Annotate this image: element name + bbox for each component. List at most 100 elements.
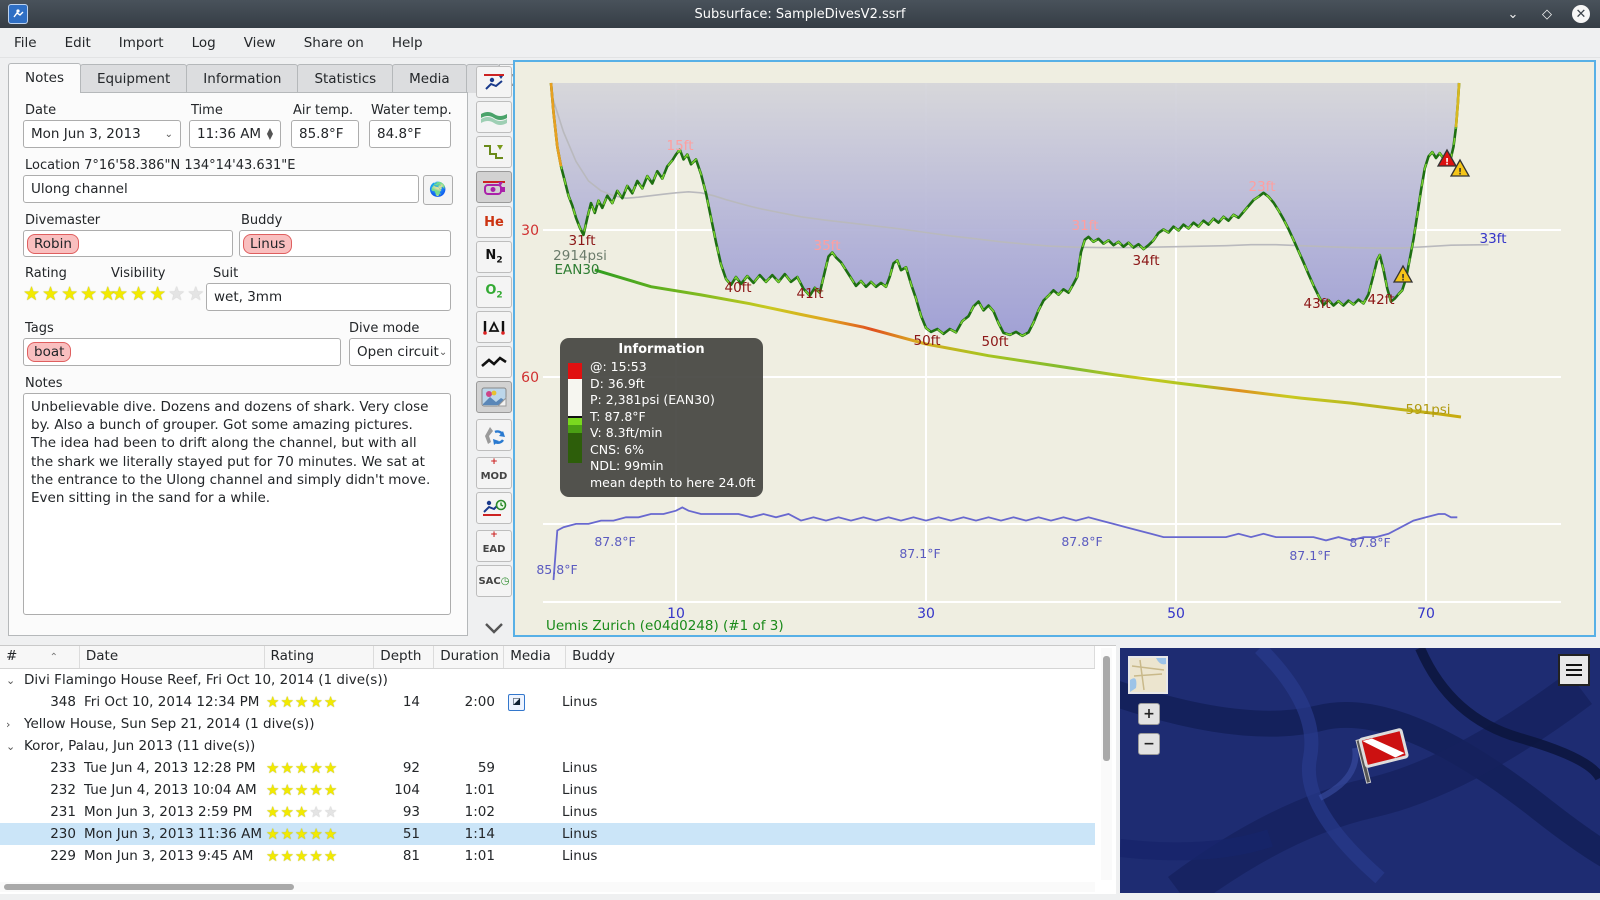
- collapse-icon[interactable]: ⌄: [6, 674, 20, 687]
- tags-input[interactable]: boat: [23, 338, 341, 366]
- map-zoom-out-button[interactable]: −: [1138, 733, 1160, 755]
- rating-stars[interactable]: ★★★★★: [23, 283, 118, 305]
- maximize-icon[interactable]: ◇: [1538, 5, 1556, 23]
- svg-text:30: 30: [917, 606, 935, 622]
- location-input[interactable]: Ulong channel: [23, 175, 419, 203]
- dive-number: 232: [50, 782, 76, 798]
- dive-profile-chart[interactable]: !!! 10 30 50 70 30 60 31ft 2914psi EAN30 15ft 40ft 4…: [513, 60, 1596, 637]
- chart-annotation: 50ft: [982, 334, 1009, 350]
- media-icon[interactable]: ◪: [508, 693, 525, 711]
- menu-item-share-on[interactable]: Share on: [290, 31, 378, 55]
- time-spinbox[interactable]: 11:36 AM ▲ ▼: [189, 120, 281, 148]
- horizontal-scrollbar[interactable]: [0, 882, 1095, 892]
- menu-item-view[interactable]: View: [230, 31, 290, 55]
- tag-chip[interactable]: boat: [27, 342, 72, 362]
- visibility-stars[interactable]: ★★★★★: [111, 283, 206, 305]
- ruler-icon[interactable]: [476, 311, 512, 343]
- notes-textarea[interactable]: Unbelievable dive. Dozens and dozens of …: [23, 393, 451, 615]
- suit-input[interactable]: wet, 3mm: [206, 283, 451, 311]
- column-header-media[interactable]: Media: [504, 646, 567, 668]
- dive-site-map[interactable]: + −: [1120, 648, 1600, 893]
- mod-icon[interactable]: + MOD: [476, 457, 512, 489]
- divemode-combobox[interactable]: Open circuit ⌄: [349, 338, 451, 366]
- dive-date: Mon Jun 3, 2013 9:45 AM: [84, 848, 254, 864]
- notes-label: Notes: [25, 376, 63, 391]
- pN2-icon[interactable]: N2: [476, 241, 512, 273]
- dive-row-230[interactable]: 230 Mon Jun 3, 2013 11:36 AM ★★★★★ 51 1:14 Li…: [0, 823, 1095, 845]
- dc-ceiling-icon[interactable]: [476, 136, 512, 168]
- tank-pressure-swatch: [568, 363, 582, 463]
- expand-icon[interactable]: ›: [6, 718, 20, 731]
- buddy-chip[interactable]: Linus: [243, 233, 293, 254]
- dive-row-232[interactable]: 232 Tue Jun 4, 2013 10:04 AM ★★★★★ 104 1:01 L…: [0, 779, 1095, 801]
- date-combobox[interactable]: Mon Jun 3, 2013 ⌄: [23, 120, 181, 148]
- trip-row[interactable]: ⌄ Divi Flamingo House Reef, Fri Oct 10, 2…: [0, 669, 1095, 691]
- tab-information[interactable]: Information: [186, 64, 299, 93]
- location-label: Location 7°16'58.386"N 134°14'43.631"E: [25, 158, 296, 173]
- gas-switch-icon[interactable]: [476, 419, 512, 451]
- dive-depth: 92: [402, 760, 420, 776]
- hscroll-thumb[interactable]: [4, 884, 294, 890]
- dive-date: Fri Oct 10, 2014 12:34 PM: [84, 694, 260, 710]
- dive-mode-icon[interactable]: [476, 66, 512, 98]
- menu-item-help[interactable]: Help: [378, 31, 437, 55]
- menu-item-file[interactable]: File: [0, 31, 51, 55]
- tab-statistics[interactable]: Statistics: [297, 64, 394, 93]
- dive-rating-stars: ★★★★★: [266, 693, 339, 711]
- column-header-depth[interactable]: Depth: [374, 646, 435, 668]
- dive-row-233[interactable]: 233 Tue Jun 4, 2013 12:28 PM ★★★★★ 92 59 Linu…: [0, 757, 1095, 779]
- svg-text:50: 50: [1167, 606, 1185, 622]
- globe-button[interactable]: 🌍: [423, 175, 453, 205]
- dive-rating-stars: ★★★★★: [266, 781, 339, 799]
- spinner-icons[interactable]: ▲ ▼: [267, 127, 273, 141]
- map-type-thumbnail[interactable]: [1128, 656, 1168, 694]
- ceiling-icon[interactable]: [476, 101, 512, 133]
- sac-icon[interactable]: SAC◷: [476, 565, 512, 597]
- menu-item-edit[interactable]: Edit: [51, 31, 105, 55]
- chart-annotation: 87.8°F: [594, 534, 635, 549]
- pO2-icon[interactable]: O2: [476, 276, 512, 308]
- dive-row-348[interactable]: 348 Fri Oct 10, 2014 12:34 PM ★★★★★ 14 2:00 ◪…: [0, 691, 1095, 713]
- toolbar-scroll-down-icon[interactable]: [476, 612, 512, 644]
- map-menu-button[interactable]: [1558, 654, 1590, 686]
- trip-row[interactable]: › Yellow House, Sun Sep 21, 2014 (1 dive(…: [0, 713, 1095, 735]
- vscroll-thumb[interactable]: [1103, 656, 1110, 761]
- column-header-date[interactable]: Date: [80, 646, 265, 668]
- dive-row-231[interactable]: 231 Mon Jun 3, 2013 2:59 PM ★★★★★ 93 1:02 Lin…: [0, 801, 1095, 823]
- buddy-input[interactable]: Linus: [239, 230, 451, 257]
- chart-annotation: 33ft: [1480, 231, 1507, 247]
- date-label: Date: [25, 103, 57, 118]
- photos-icon[interactable]: [476, 381, 512, 413]
- heartrate-icon[interactable]: [476, 346, 512, 378]
- column-header-buddy[interactable]: Buddy: [566, 646, 1095, 668]
- divemaster-chip[interactable]: Robin: [27, 233, 79, 254]
- deco-time-icon[interactable]: [476, 492, 512, 524]
- divemaster-input[interactable]: Robin: [23, 230, 233, 257]
- dive-date: Mon Jun 3, 2013 2:59 PM: [84, 804, 253, 820]
- tissues-icon[interactable]: [476, 171, 512, 203]
- map-zoom-in-button[interactable]: +: [1138, 703, 1160, 725]
- column-header-duration[interactable]: Duration: [434, 646, 505, 668]
- minimize-icon[interactable]: ⌄: [1504, 5, 1522, 23]
- dive-list-header: # ⌃ Date Rating Depth Duration Media Buddy: [0, 646, 1095, 669]
- map-terrain: [1120, 648, 1600, 893]
- column-header-rating[interactable]: Rating: [265, 646, 375, 668]
- trip-row[interactable]: ⌄ Koror, Palau, Jun 2013 (11 dive(s)): [0, 735, 1095, 757]
- column-header-num[interactable]: # ⌃: [0, 646, 80, 668]
- rating-label: Rating: [25, 266, 67, 281]
- ead-icon[interactable]: + EAD: [476, 530, 512, 562]
- tab-notes[interactable]: Notes: [8, 63, 81, 93]
- pHe-icon[interactable]: He: [476, 206, 512, 238]
- vertical-scrollbar[interactable]: [1101, 648, 1112, 880]
- collapse-icon[interactable]: ⌄: [6, 740, 20, 753]
- dive-row-229[interactable]: 229 Mon Jun 3, 2013 9:45 AM ★★★★★ 81 1:01 Lin…: [0, 845, 1095, 867]
- close-icon[interactable]: ✕: [1572, 5, 1590, 23]
- svg-text:!: !: [1401, 274, 1405, 284]
- menu-item-import[interactable]: Import: [105, 31, 178, 55]
- watertemp-field[interactable]: 84.8°F: [369, 120, 451, 148]
- tab-equipment[interactable]: Equipment: [80, 64, 188, 93]
- airtemp-field[interactable]: 85.8°F: [291, 120, 359, 148]
- tab-media[interactable]: Media: [392, 64, 467, 93]
- sort-asc-icon: ⌃: [49, 652, 58, 663]
- menu-item-log[interactable]: Log: [178, 31, 230, 55]
